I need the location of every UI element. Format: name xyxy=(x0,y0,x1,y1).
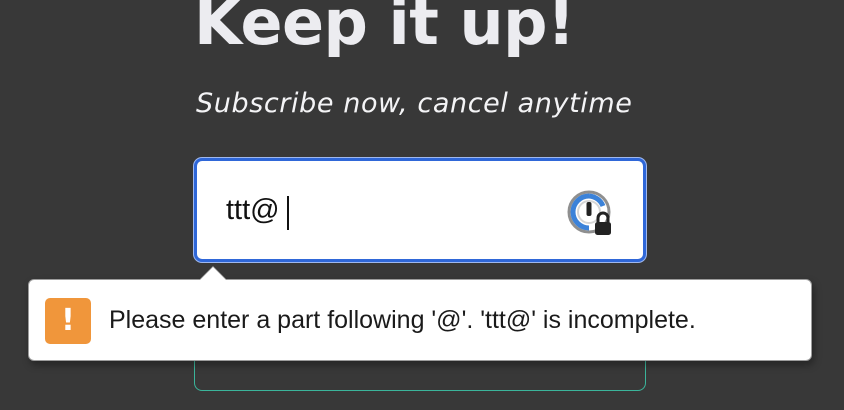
validation-message: Please enter a part following '@'. 'ttt@… xyxy=(109,306,696,334)
email-field-container[interactable] xyxy=(194,158,646,262)
password-manager-lock-icon[interactable] xyxy=(565,188,619,242)
page-title: Keep it up! xyxy=(194,0,575,59)
warning-icon: ! xyxy=(45,298,91,344)
validation-tooltip: ! Please enter a part following '@'. 'tt… xyxy=(28,266,812,361)
text-cursor xyxy=(287,196,289,230)
email-field[interactable] xyxy=(226,186,546,234)
page-subtitle: Subscribe now, cancel anytime xyxy=(196,88,633,119)
tooltip-arrow xyxy=(199,266,227,280)
